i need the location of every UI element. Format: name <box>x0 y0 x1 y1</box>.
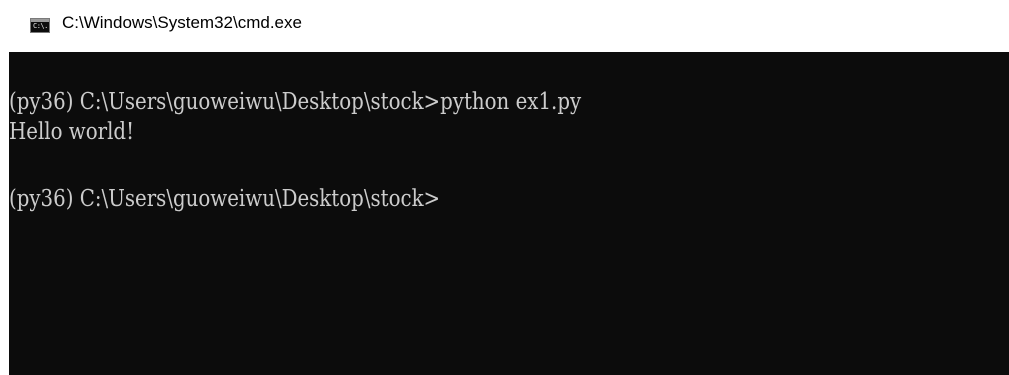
window-title: C:\Windows\System32\cmd.exe <box>62 13 302 32</box>
console-line-prompt: (py36) C:\Users\guoweiwu\Desktop\stock> <box>9 186 441 212</box>
console-icon[interactable]: C:\. <box>30 18 50 33</box>
console-line-command: (py36) C:\Users\guoweiwu\Desktop\stock>p… <box>9 89 582 115</box>
console-line-output: Hello world! <box>9 119 135 145</box>
console-icon-text: C:\. <box>33 22 48 30</box>
title-bar[interactable]: C:\. C:\Windows\System32\cmd.exe <box>0 0 1009 52</box>
console-output[interactable]: (py36) C:\Users\guoweiwu\Desktop\stock>p… <box>9 52 1009 375</box>
cmd-window: C:\. C:\Windows\System32\cmd.exe (py36) … <box>0 0 1009 375</box>
